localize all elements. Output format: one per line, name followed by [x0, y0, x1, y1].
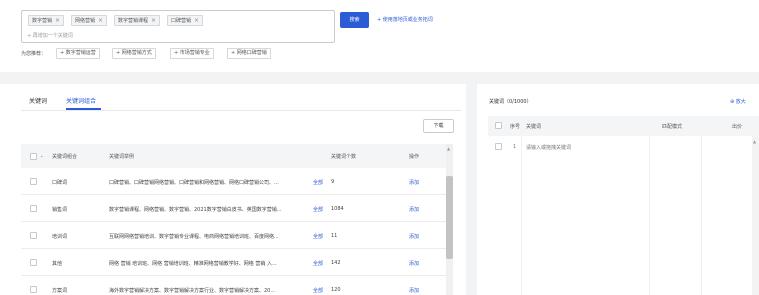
- add-keyword-input[interactable]: + 再增加一个关键词: [27, 32, 73, 39]
- column-header-action: 操作: [409, 154, 420, 160]
- group-name: 其他: [52, 261, 63, 267]
- zoom-button[interactable]: ⊕ 放大: [730, 98, 746, 105]
- add-link[interactable]: 添加: [409, 179, 419, 186]
- tab-keyword-groups[interactable]: 关键词组合: [66, 96, 96, 105]
- table-row: 其他 网络 营销 培训班、网络 营销培训班、精准网络营销教学好、网络 营销 入.…: [21, 249, 453, 276]
- close-icon[interactable]: ×: [55, 17, 60, 24]
- recommend-tag[interactable]: + 网络营销方式: [112, 48, 156, 59]
- keyword-count: 142: [331, 260, 341, 266]
- column-header-count: 关键词个数: [331, 154, 357, 160]
- table-row: 1 请输入或拖拽关键词: [488, 136, 752, 154]
- keyword-examples: 数字营销课程、网络营销、数字营销、2021数字营销白皮书、英国数字营销...: [109, 207, 282, 213]
- keyword-tag[interactable]: 数字营销课程 ×: [114, 15, 161, 26]
- panel-scrollbar[interactable]: ▲: [752, 136, 759, 295]
- zoom-in-icon: ⊕: [730, 99, 735, 105]
- group-name: 销售词: [52, 207, 68, 213]
- row-checkbox[interactable]: [495, 143, 502, 150]
- table-header: 序号 关键词 匹配模式 出价: [488, 116, 759, 136]
- download-button[interactable]: 下载: [423, 119, 454, 133]
- column-header-bid: 出价: [732, 124, 743, 130]
- column-header-keyword: 关键词: [526, 124, 542, 130]
- table-row: 培训词 互联网网络营销培训、数字营销专业课程、电商网络营销培训班、百度网络...…: [21, 222, 453, 249]
- keyword-tag[interactable]: 口碑营销 ×: [167, 15, 204, 26]
- keyword-tag-label: 数字营销: [32, 18, 53, 24]
- column-header-examples: 关键词举例: [109, 154, 135, 160]
- keyword-tag[interactable]: 网络营销 ×: [71, 15, 108, 26]
- recommend-tag[interactable]: + 数字营销运营: [56, 48, 100, 59]
- row-checkbox[interactable]: [30, 286, 37, 293]
- keyword-examples: 口碑营销、口碑营销网络营销、口碑营销和网络营销、网络口碑营销公司、...: [109, 180, 279, 186]
- group-name: 方案词: [52, 288, 68, 294]
- table-row: 口碑词 口碑营销、口碑营销网络营销、口碑营销和网络营销、网络口碑营销公司、...…: [21, 168, 453, 195]
- scroll-up-icon[interactable]: ▲: [447, 146, 450, 151]
- select-all-checkbox[interactable]: [30, 153, 37, 160]
- row-checkbox[interactable]: [30, 232, 37, 239]
- table-scrollbar[interactable]: ▲: [446, 144, 453, 295]
- extract-keywords-link[interactable]: + 使用落地页或业务拓词: [377, 16, 433, 23]
- keyword-tag-label: 口碑营销: [171, 18, 192, 24]
- recommend-label: 为您推荐：: [21, 51, 47, 57]
- keyword-count: 1084: [331, 206, 344, 212]
- zoom-label: 放大: [735, 99, 746, 105]
- chevron-down-icon[interactable]: ⌄: [40, 153, 43, 158]
- scrollbar-thumb[interactable]: [446, 176, 453, 259]
- keyword-count: 120: [331, 287, 341, 293]
- show-all-link[interactable]: 全部: [313, 287, 323, 294]
- group-name: 培训词: [52, 234, 68, 240]
- keyword-tag-label: 数字营销课程: [118, 18, 149, 24]
- table-row: 销售词 数字营销课程、网络营销、数字营销、2021数字营销白皮书、英国数字营销.…: [21, 195, 453, 222]
- keyword-count: 9: [331, 179, 335, 185]
- show-all-link[interactable]: 全部: [313, 206, 323, 213]
- add-link[interactable]: 添加: [409, 260, 419, 267]
- scroll-up-icon[interactable]: ▲: [753, 139, 756, 144]
- keyword-count: 11: [331, 233, 338, 239]
- group-name: 口碑词: [52, 180, 68, 186]
- row-checkbox[interactable]: [30, 259, 37, 266]
- keyword-search-panel: 数字营销 × 网络营销 × 数字营销课程 × 口碑营销 × + 再增加一个关键词 搜索 …: [0, 0, 759, 72]
- column-divider: [701, 136, 702, 295]
- tabs-divider: [21, 110, 461, 111]
- search-button[interactable]: 搜索: [340, 12, 369, 28]
- recommend-tag[interactable]: + 市场营销专业: [170, 48, 214, 59]
- close-icon[interactable]: ×: [98, 17, 103, 24]
- keyword-tag[interactable]: 数字营销 ×: [28, 15, 65, 26]
- select-all-checkbox[interactable]: [495, 122, 502, 129]
- add-link[interactable]: 添加: [409, 287, 419, 294]
- keyword-examples: 网络 营销 培训班、网络 营销培训班、精准网络营销教学好、网络 营销 入...: [109, 261, 277, 267]
- keyword-examples: 海外数字营销解决方案、数字营销解决方案行业、数字营销解决方案、20...: [109, 288, 276, 294]
- keyword-tag-label: 网络营销: [75, 18, 96, 24]
- keyword-input[interactable]: 请输入或拖拽关键词: [526, 144, 571, 151]
- add-link[interactable]: 添加: [409, 233, 419, 240]
- recommend-tag[interactable]: + 网络口碑营销: [227, 48, 271, 59]
- column-header-match: 匹配模式: [662, 124, 683, 130]
- selected-keywords-panel: 关键词（0/1000） ⊕ 放大 序号 关键词 匹配模式 出价 1 请输入或拖拽…: [477, 84, 759, 295]
- row-checkbox[interactable]: [30, 178, 37, 185]
- close-icon[interactable]: ×: [151, 17, 156, 24]
- keyword-input-box[interactable]: 数字营销 × 网络营销 × 数字营销课程 × 口碑营销 × + 再增加一个关键词: [21, 10, 335, 43]
- column-header-index: 序号: [510, 124, 521, 130]
- panel-title: 关键词（0/1000）: [489, 99, 532, 105]
- show-all-link[interactable]: 全部: [313, 260, 323, 267]
- table-header: ⌄ 关键词组合 关键词举例 关键词个数 操作: [21, 144, 453, 168]
- keyword-groups-panel: 关键词 关键词组合 下载 ⌄ 关键词组合 关键词举例 关键词个数 操作 口碑词 …: [0, 84, 466, 295]
- show-all-link[interactable]: 全部: [313, 179, 323, 186]
- row-checkbox[interactable]: [30, 205, 37, 212]
- tab-keywords[interactable]: 关键词: [29, 96, 47, 105]
- column-divider: [521, 136, 522, 295]
- column-divider: [649, 136, 650, 295]
- close-icon[interactable]: ×: [194, 17, 199, 24]
- row-index: 1: [513, 144, 517, 150]
- column-header-group[interactable]: 关键词组合: [52, 153, 77, 160]
- table-row: 方案词 海外数字营销解决方案、数字营销解决方案行业、数字营销解决方案、20...…: [21, 276, 453, 295]
- show-all-link[interactable]: 全部: [313, 233, 323, 240]
- keyword-examples: 互联网网络营销培训、数字营销专业课程、电商网络营销培训班、百度网络...: [109, 234, 279, 240]
- add-link[interactable]: 添加: [409, 206, 419, 213]
